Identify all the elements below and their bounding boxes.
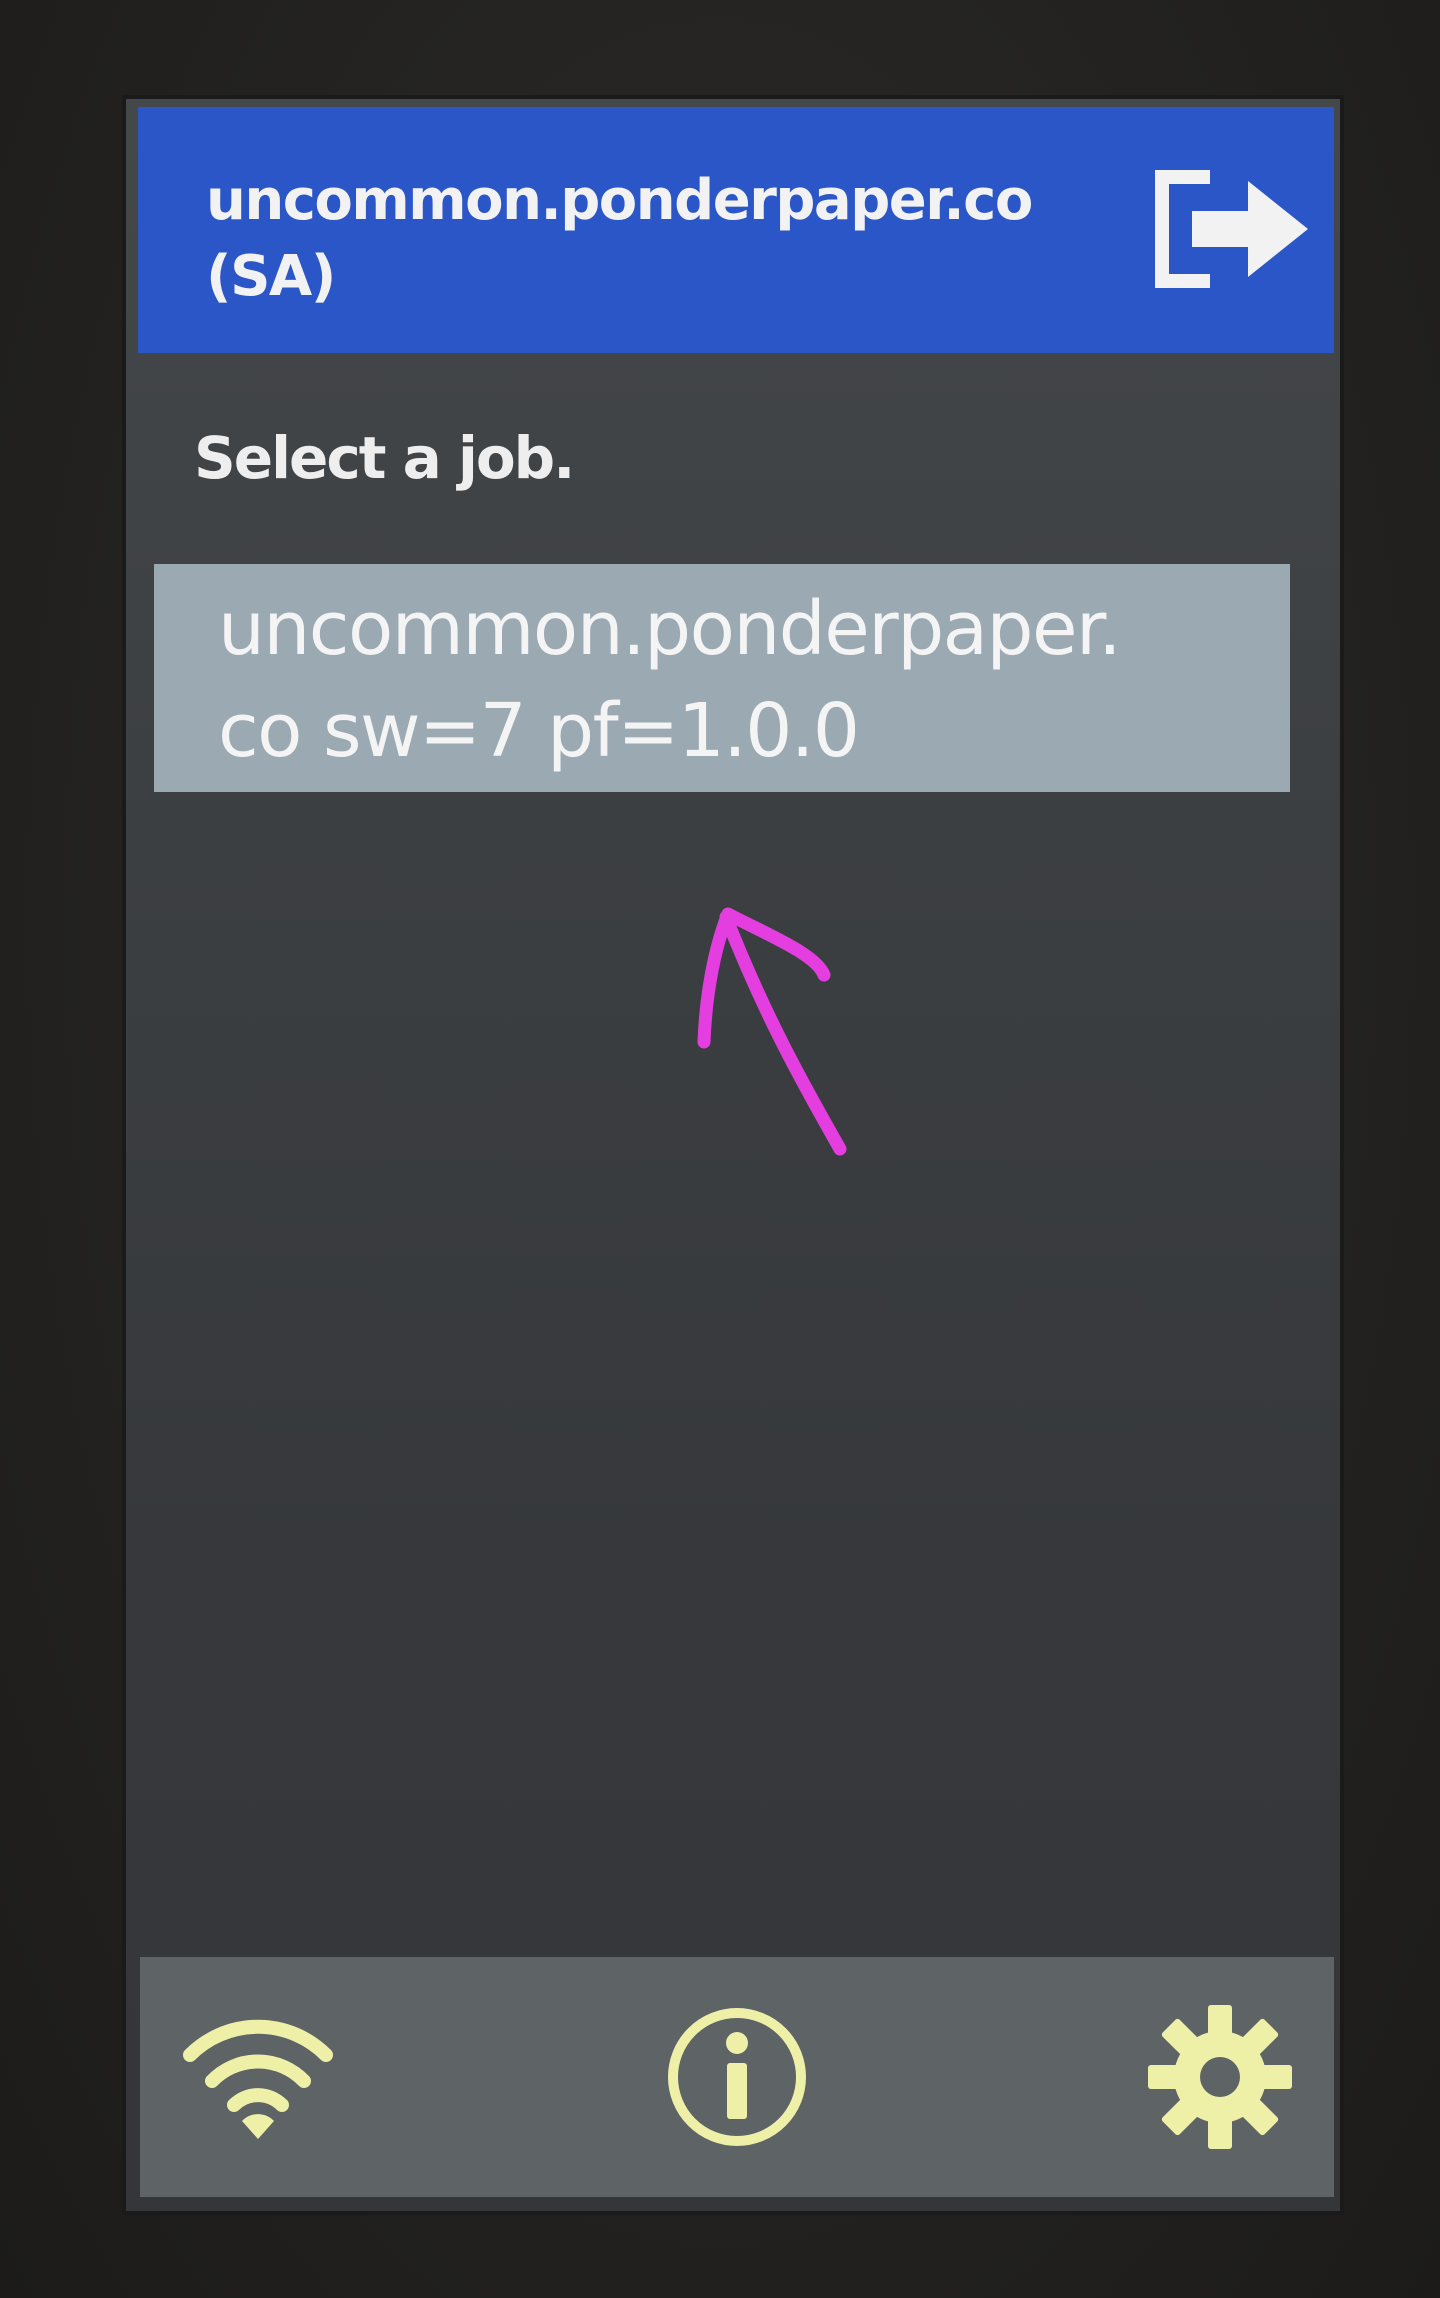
footer-bar	[140, 1957, 1334, 2197]
info-button[interactable]	[657, 1997, 817, 2157]
gear-icon	[1148, 2005, 1292, 2149]
touch-screen: uncommon.ponderpaper.co (SA) Select a jo…	[122, 95, 1344, 2215]
device-bezel: uncommon.ponderpaper.co (SA) Select a jo…	[0, 0, 1440, 2298]
wifi-button[interactable]	[178, 1997, 338, 2157]
info-icon	[668, 2008, 806, 2146]
wifi-icon	[183, 2019, 333, 2139]
settings-button[interactable]	[1140, 1997, 1300, 2157]
arrow-annotation-icon	[697, 907, 847, 1156]
